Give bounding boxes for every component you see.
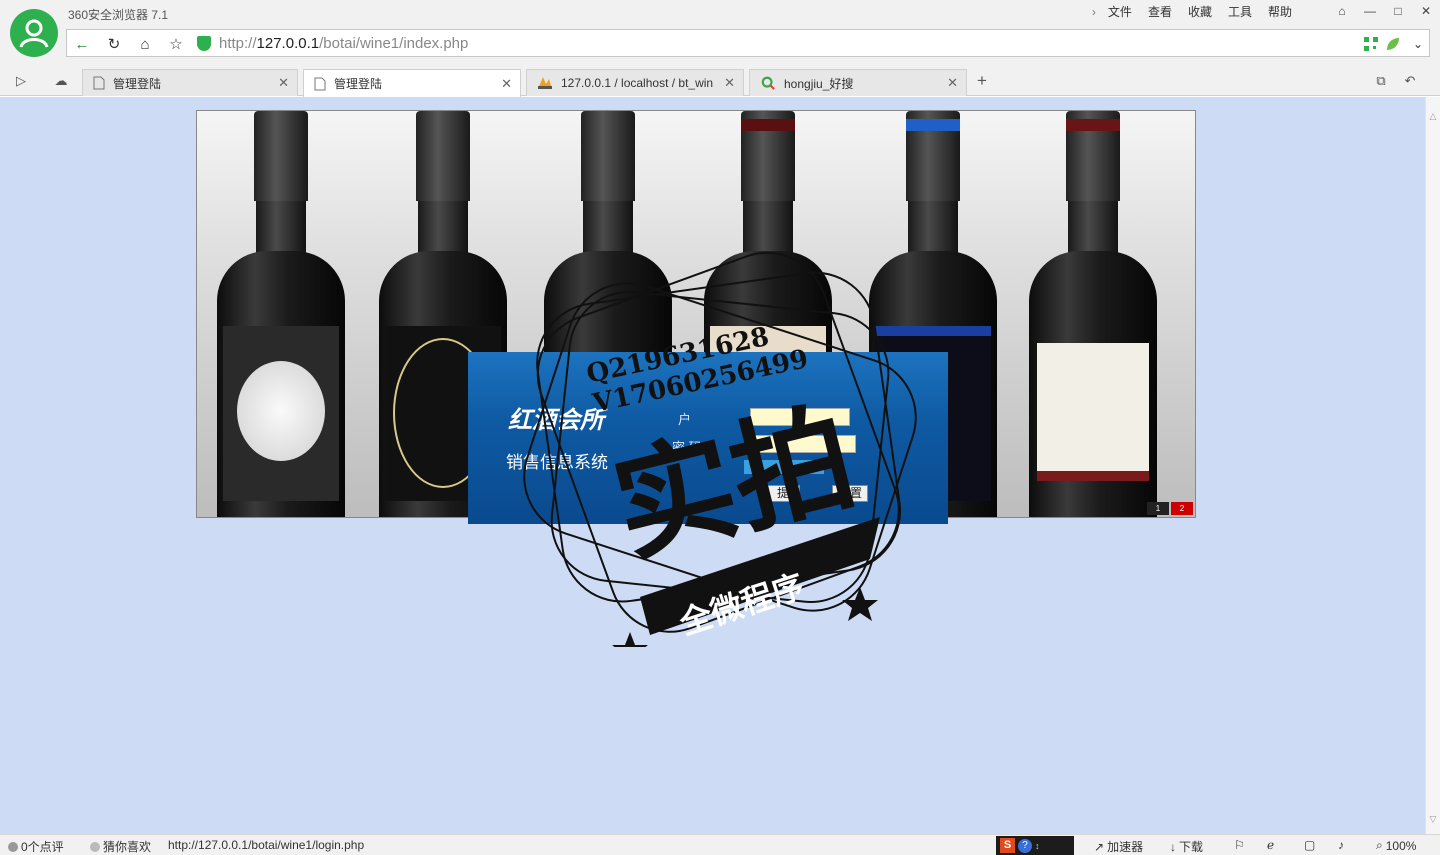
url-input[interactable]: http://127.0.0.1/botai/wine1/index.php bbox=[219, 35, 468, 52]
chevron-down-icon[interactable]: ⌄ bbox=[1407, 34, 1429, 54]
tab-bar: ▷ ☁ 管理登陆 ✕ 管理登陆 ✕ 127.0.0.1 / localhost … bbox=[0, 66, 1440, 97]
vertical-scrollbar[interactable]: △ ▽ bbox=[1425, 97, 1440, 834]
close-button[interactable]: ✕ bbox=[1412, 0, 1440, 22]
accelerator-item[interactable]: ↗ 加速器 bbox=[1094, 838, 1143, 855]
tab-phpmyadmin[interactable]: 127.0.0.1 / localhost / bt_win ✕ bbox=[526, 69, 744, 96]
rocket-icon: ↗ bbox=[1094, 839, 1105, 854]
flag-icon[interactable]: ⚐ bbox=[1234, 838, 1245, 852]
leaf-icon[interactable] bbox=[1385, 36, 1401, 52]
input-method-bar[interactable]: S ? ↕ bbox=[996, 836, 1074, 855]
tab-login-2[interactable]: 管理登陆 ✕ bbox=[303, 69, 521, 97]
home-icon[interactable]: ⌂ bbox=[134, 34, 156, 54]
comment-icon bbox=[8, 841, 18, 852]
ie-icon[interactable]: ℯ bbox=[1267, 838, 1274, 852]
tab-haosou[interactable]: hongjiu_好搜 ✕ bbox=[749, 69, 967, 96]
new-tab-icon[interactable]: + bbox=[973, 71, 991, 90]
password-input[interactable] bbox=[750, 435, 856, 453]
wine-bottle bbox=[1029, 111, 1157, 517]
tab-label: 管理登陆 bbox=[334, 77, 383, 91]
close-icon[interactable]: ✕ bbox=[947, 75, 958, 91]
shield-icon bbox=[197, 36, 211, 51]
page-icon bbox=[93, 76, 105, 90]
menu-view[interactable]: 查看 bbox=[1140, 4, 1180, 20]
guess-you-like-item[interactable]: 猜你喜欢 bbox=[90, 838, 151, 855]
heart-icon bbox=[90, 841, 100, 852]
close-icon[interactable]: ✕ bbox=[278, 75, 289, 91]
zoom-item[interactable]: ⌕ 100% bbox=[1376, 838, 1416, 853]
app-title: 360安全浏览器 7.1 bbox=[68, 8, 169, 22]
help-icon[interactable]: ? bbox=[1018, 838, 1032, 853]
window-icon[interactable]: ▢ bbox=[1304, 838, 1315, 852]
menu-favorites[interactable]: 收藏 bbox=[1180, 4, 1220, 20]
slide-nav: 1 2 bbox=[1147, 502, 1193, 515]
page-icon bbox=[314, 77, 326, 90]
tab-label: 管理登陆 bbox=[113, 76, 162, 91]
user-avatar-icon[interactable] bbox=[10, 9, 58, 57]
username-input[interactable] bbox=[750, 408, 850, 426]
sogou-icon[interactable]: S bbox=[1000, 838, 1015, 853]
status-bar: 0个点评 猜你喜欢 http://127.0.0.1/botai/wine1/l… bbox=[0, 834, 1440, 855]
download-icon: ↓ bbox=[1170, 839, 1176, 854]
brand-title: 红酒会所 bbox=[508, 405, 604, 434]
reviews-item[interactable]: 0个点评 bbox=[8, 838, 64, 855]
menu-bar: › 文件 查看 收藏 工具 帮助 bbox=[1084, 4, 1300, 20]
chevron-right-icon[interactable]: › bbox=[1084, 4, 1100, 20]
undo-close-icon[interactable]: ↶ bbox=[1401, 73, 1419, 89]
brand-subtitle: 销售信息系统 bbox=[506, 453, 608, 472]
password-label: 密 码 bbox=[672, 440, 702, 455]
address-bar: ← ↻ ⌂ ☆ http://127.0.0.1/botai/wine1/ind… bbox=[0, 26, 1440, 66]
menu-file[interactable]: 文件 bbox=[1100, 4, 1140, 20]
phpmyadmin-icon bbox=[538, 77, 552, 89]
refresh-icon[interactable]: ↻ bbox=[103, 34, 125, 54]
cloud-icon[interactable]: ☁ bbox=[52, 73, 70, 89]
star-icon[interactable]: ☆ bbox=[165, 34, 187, 54]
tab-label: hongjiu_好搜 bbox=[784, 76, 854, 91]
close-icon[interactable]: ✕ bbox=[724, 75, 735, 91]
menu-tools[interactable]: 工具 bbox=[1220, 4, 1260, 20]
slide-2-button[interactable]: 2 bbox=[1171, 502, 1193, 515]
sidebar-toggle-icon[interactable]: ▷ bbox=[12, 73, 30, 89]
maximize-button[interactable]: □ bbox=[1384, 0, 1412, 22]
zoom-icon: ⌕ bbox=[1376, 838, 1383, 852]
login-panel: 红酒会所 销售信息系统 户 密 码 提 重置 bbox=[468, 352, 948, 524]
close-icon[interactable]: ✕ bbox=[501, 76, 512, 92]
speaker-icon[interactable]: ♪ bbox=[1338, 838, 1344, 852]
tab-label: 127.0.0.1 / localhost / bt_win bbox=[561, 76, 714, 90]
wine-bottle bbox=[217, 111, 345, 517]
minimize-button[interactable]: — bbox=[1356, 0, 1384, 22]
ime-menu-icon[interactable]: ↕ bbox=[1035, 841, 1040, 851]
submit-button[interactable]: 提 bbox=[766, 485, 800, 502]
url-box[interactable]: ← ↻ ⌂ ☆ http://127.0.0.1/botai/wine1/ind… bbox=[66, 29, 1430, 57]
username-label: 户 bbox=[678, 412, 692, 427]
window-controls: ⌂ — □ ✕ bbox=[1328, 0, 1440, 22]
scroll-down-icon[interactable]: ▽ bbox=[1428, 814, 1438, 824]
captcha-field[interactable] bbox=[744, 460, 824, 474]
haosou-icon bbox=[761, 76, 775, 90]
qr-code-icon[interactable] bbox=[1363, 36, 1379, 52]
scroll-up-icon[interactable]: △ bbox=[1428, 111, 1438, 121]
status-link-url: http://127.0.0.1/botai/wine1/login.php bbox=[168, 838, 365, 852]
watermark-ribbon: 全微程序 bbox=[674, 567, 808, 643]
menu-help[interactable]: 帮助 bbox=[1260, 4, 1300, 20]
tab-list-icon[interactable]: ⧉ bbox=[1372, 73, 1390, 89]
title-bar: 360安全浏览器 7.1 › 文件 查看 收藏 工具 帮助 ⌂ — □ ✕ bbox=[0, 0, 1440, 26]
download-item[interactable]: ↓ 下载 bbox=[1170, 838, 1203, 855]
page-content: 1 2 红酒会所 销售信息系统 户 密 码 提 重置 Q219631628 V1… bbox=[0, 97, 1425, 834]
slide-1-button[interactable]: 1 bbox=[1147, 502, 1169, 515]
tab-login-1[interactable]: 管理登陆 ✕ bbox=[82, 69, 298, 96]
back-icon[interactable]: ← bbox=[71, 34, 93, 54]
reset-button[interactable]: 重置 bbox=[832, 485, 868, 502]
skin-icon[interactable]: ⌂ bbox=[1328, 0, 1356, 22]
